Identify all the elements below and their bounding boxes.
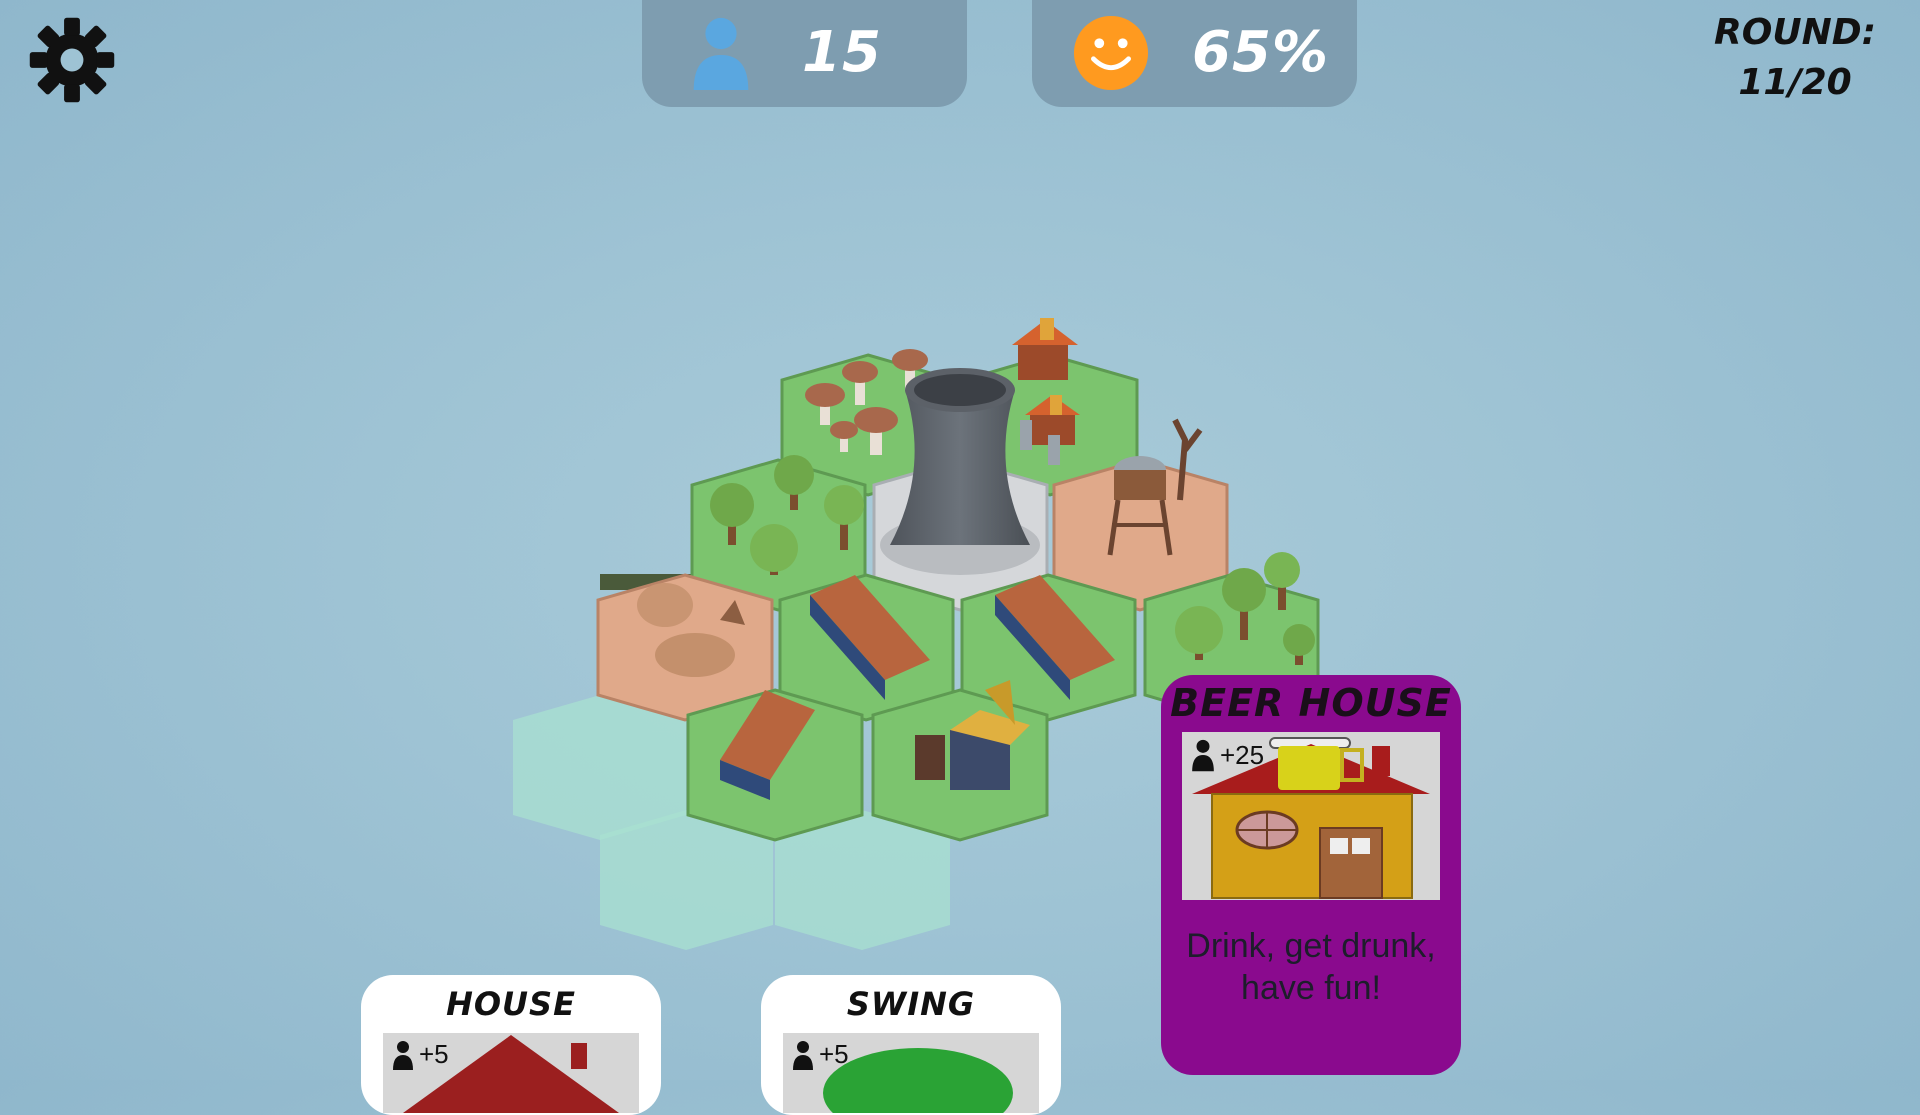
card-title: BEER HOUSE	[1170, 681, 1452, 725]
card-stat: +5	[391, 1039, 449, 1070]
card-stat: +5	[791, 1039, 849, 1070]
card-stat-value: +25	[1220, 739, 1265, 770]
card-title: SWING	[846, 985, 976, 1023]
card-stat: +25	[1190, 738, 1264, 772]
card-image: +5	[383, 1033, 639, 1113]
swing-card[interactable]: SWING +5	[761, 975, 1061, 1115]
card-description: Drink, get drunk, have fun!	[1186, 927, 1436, 1007]
person-icon	[1192, 739, 1214, 772]
beer-house-card[interactable]: BEER HOUSE +25 Drink, get drunk, have fu…	[1161, 675, 1461, 1075]
game-board[interactable]	[0, 0, 1920, 1080]
card-title: HOUSE	[446, 985, 576, 1023]
card-stat-value: +5	[819, 1039, 849, 1069]
house-card[interactable]: HOUSE +5	[361, 975, 661, 1115]
card-image: +5	[783, 1033, 1039, 1113]
card-stat-value: +5	[419, 1039, 449, 1069]
card-image: +25	[1182, 732, 1440, 900]
person-icon	[393, 1040, 413, 1070]
person-icon	[793, 1040, 813, 1070]
